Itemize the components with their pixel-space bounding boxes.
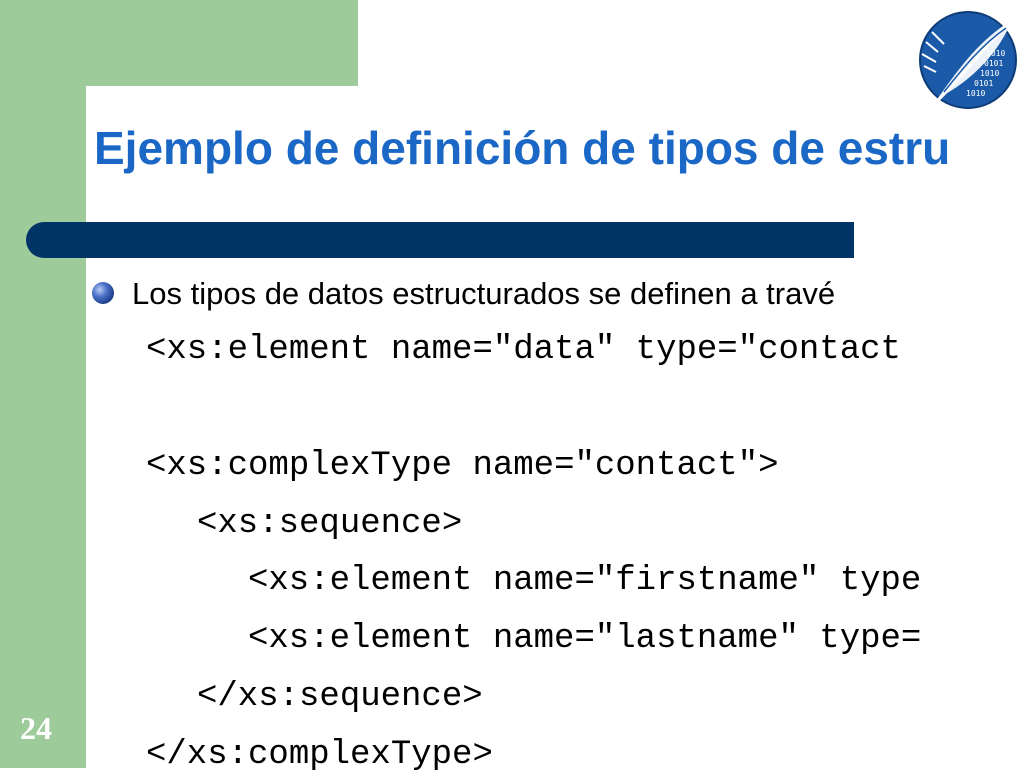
code-line: </xs:sequence> bbox=[197, 678, 483, 716]
logo-digits: 0101 bbox=[984, 59, 1003, 68]
logo-digits: 1010 bbox=[966, 89, 985, 98]
code-line: <xs:sequence> bbox=[197, 505, 463, 543]
top-green-band bbox=[0, 0, 358, 86]
code-line: <xs:element name="data" type="contact bbox=[146, 331, 901, 369]
code-line: <xs:element name="firstname" type bbox=[248, 562, 922, 600]
bullet-sphere-icon bbox=[92, 282, 114, 304]
logo-digits: 0101 bbox=[974, 79, 993, 88]
logo-digits: 1010 bbox=[980, 69, 999, 78]
slide-title: Ejemplo de definición de tipos de estru bbox=[94, 122, 951, 174]
university-feather-logo-icon: 1010 0101 1010 0101 1010 bbox=[919, 11, 1017, 112]
page-number: 24 bbox=[20, 710, 52, 746]
code-line: <xs:element name="lastname" type= bbox=[248, 620, 922, 658]
code-line: <xs:complexType name="contact"> bbox=[146, 447, 779, 485]
title-divider-bar bbox=[26, 222, 854, 258]
code-line: </xs:complexType> bbox=[146, 736, 493, 774]
bullet-text: Los tipos de datos estructurados se defi… bbox=[132, 276, 836, 311]
logo-digits: 1010 bbox=[986, 49, 1005, 58]
left-green-band bbox=[0, 0, 86, 768]
